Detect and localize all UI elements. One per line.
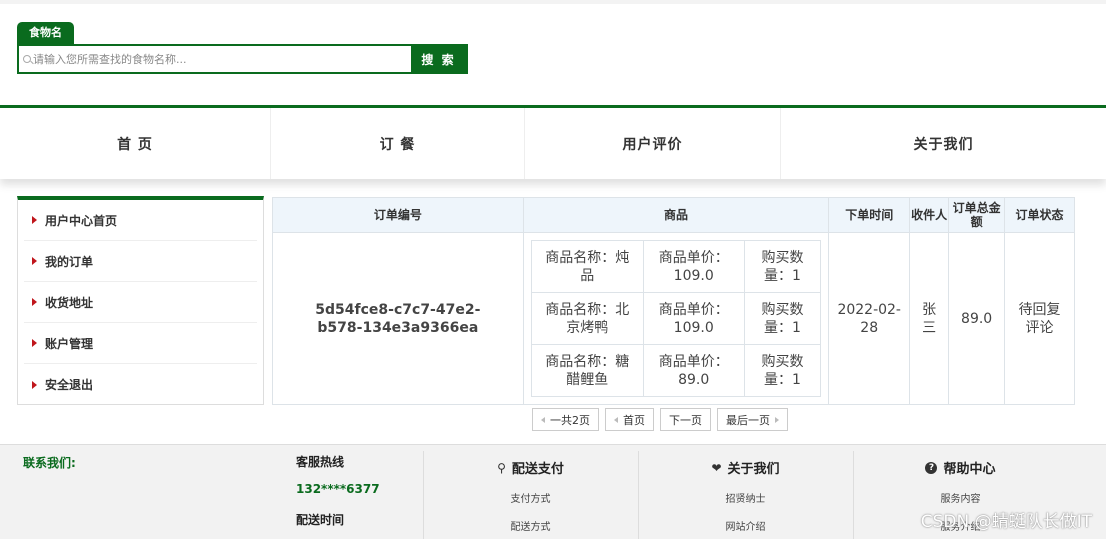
question-icon: ? <box>925 461 938 474</box>
footer-link-delivery[interactable]: 配送方式 <box>424 518 637 533</box>
goods-qty: 购买数量：1 <box>743 292 822 345</box>
table-row: 5d54fce8-c7c7-47e2-b578-134e3a9366ea 商品名… <box>272 232 1075 405</box>
goods-qty: 购买数量：1 <box>743 344 822 397</box>
header-receiver: 收件人 <box>909 197 950 233</box>
triangle-right-icon <box>32 298 37 306</box>
footer-link-recruit[interactable]: 招贤纳士 <box>639 490 852 505</box>
footer-link-payment[interactable]: 支付方式 <box>424 490 637 505</box>
footer-phone: 132****6377 <box>296 482 380 496</box>
triangle-right-icon <box>32 216 37 224</box>
watermark: CSDN @蜻蜓队长做IT <box>920 512 1092 532</box>
page-first-button[interactable]: 首页 <box>605 408 654 431</box>
page-first-label: 首页 <box>623 413 645 427</box>
orders-table: 订单编号 商品 下单时间 收件人 订单总金额 订单状态 5d54fce8-c7c… <box>272 197 1075 405</box>
nav-about[interactable]: 关于我们 <box>781 108 1106 179</box>
user-sidebar: 用户中心首页 我的订单 收货地址 账户管理 安全退出 <box>17 196 264 405</box>
footer-col-title-label: 配送支付 <box>511 462 564 477</box>
page-next-label: 下一页 <box>669 413 702 427</box>
footer-col-title: ❤ 关于我们 <box>639 458 852 478</box>
sidebar-item-label: 账户管理 <box>45 336 94 351</box>
goods-row: 商品名称：炖品 商品单价：109.0 购买数量：1 <box>530 240 822 293</box>
triangle-right-icon <box>32 380 37 389</box>
sidebar-item-label: 用户中心首页 <box>45 213 118 228</box>
goods-price: 商品单价：109.0 <box>642 292 745 345</box>
footer-col-title: ⚲ 配送支付 <box>424 458 637 478</box>
chevron-left-icon <box>541 416 545 423</box>
sidebar-item-user-center[interactable]: 用户中心首页 <box>24 200 257 241</box>
page-next-button[interactable]: 下一页 <box>660 408 711 431</box>
page-total: 一共2页 <box>532 408 599 431</box>
search-box: 搜 索 <box>17 44 468 74</box>
footer-hotline-label: 客服热线 <box>296 455 345 469</box>
search-icon <box>23 55 31 63</box>
page-last-label: 最后一页 <box>726 413 770 427</box>
page-last-button[interactable]: 最后一页 <box>717 408 788 431</box>
footer: 联系我们: 客服热线 132****6377 配送时间 ⚲ 配送支付 支付方式 … <box>0 444 1106 539</box>
footer-delivery-time-label: 配送时间 <box>296 513 345 527</box>
goods-table: 商品名称：炖品 商品单价：109.0 购买数量：1 商品名称：北京烤鸭 商品单价… <box>530 240 822 397</box>
sidebar-item-account[interactable]: 账户管理 <box>24 323 257 364</box>
bike-icon: ⚲ <box>497 460 506 475</box>
search-input[interactable] <box>33 46 411 72</box>
chevron-left-icon <box>614 416 618 423</box>
footer-col-delivery: ⚲ 配送支付 支付方式 配送方式 <box>423 451 637 539</box>
footer-link-service-content[interactable]: 服务内容 <box>854 490 1067 505</box>
order-number: 5d54fce8-c7c7-47e2-b578-134e3a9366ea <box>272 232 524 405</box>
sidebar-item-label: 我的订单 <box>45 254 94 269</box>
order-time: 2022-02-28 <box>828 232 911 405</box>
goods-cell: 商品名称：炖品 商品单价：109.0 购买数量：1 商品名称：北京烤鸭 商品单价… <box>522 232 830 405</box>
footer-col-title: ? 帮助中心 <box>854 458 1067 477</box>
nav-reviews[interactable]: 用户评价 <box>525 108 781 179</box>
header-goods: 商品 <box>522 197 830 233</box>
triangle-right-icon <box>32 257 37 265</box>
sidebar-item-address[interactable]: 收货地址 <box>24 282 257 323</box>
goods-price: 商品单价：89.0 <box>642 344 745 397</box>
search-category-tab[interactable]: 食物名 <box>17 22 74 44</box>
goods-name: 商品名称：糖醋鲤鱼 <box>530 344 644 397</box>
chevron-right-icon <box>775 416 779 423</box>
footer-link-site-intro[interactable]: 网站介绍 <box>639 518 852 533</box>
nav-order[interactable]: 订 餐 <box>271 108 525 179</box>
footer-col-about: ❤ 关于我们 招贤纳士 网站介绍 <box>638 451 852 539</box>
triangle-right-icon <box>32 339 37 347</box>
goods-row: 商品名称：糖醋鲤鱼 商品单价：89.0 购买数量：1 <box>530 344 822 397</box>
footer-col-title-label: 帮助中心 <box>943 462 996 477</box>
order-total: 89.0 <box>948 232 1006 405</box>
header-total: 订单总金额 <box>948 197 1006 233</box>
header-order-no: 订单编号 <box>272 197 524 233</box>
main-nav: 首 页 订 餐 用户评价 关于我们 <box>0 105 1106 179</box>
heart-icon: ❤ <box>711 460 722 475</box>
search-button[interactable]: 搜 索 <box>411 46 466 72</box>
page-total-label: 一共2页 <box>550 413 590 427</box>
header-status: 订单状态 <box>1004 197 1075 233</box>
sidebar-item-my-orders[interactable]: 我的订单 <box>24 241 257 282</box>
goods-name: 商品名称：炖品 <box>530 240 644 293</box>
footer-contact-title: 联系我们: <box>23 456 76 470</box>
sidebar-item-logout[interactable]: 安全退出 <box>24 364 257 405</box>
receiver: 张三 <box>909 232 950 405</box>
pagination: 一共2页 首页 下一页 最后一页 <box>532 408 788 431</box>
sidebar-item-label: 安全退出 <box>45 378 94 392</box>
goods-row: 商品名称：北京烤鸭 商品单价：109.0 购买数量：1 <box>530 292 822 345</box>
nav-home[interactable]: 首 页 <box>0 108 271 179</box>
sidebar-item-label: 收货地址 <box>45 295 94 310</box>
goods-qty: 购买数量：1 <box>743 240 822 293</box>
top-strip <box>0 0 1106 4</box>
header-order-time: 下单时间 <box>828 197 911 233</box>
footer-col-title-label: 关于我们 <box>727 462 780 477</box>
order-status: 待回复评论 <box>1004 232 1075 405</box>
goods-price: 商品单价：109.0 <box>642 240 745 293</box>
goods-name: 商品名称：北京烤鸭 <box>530 292 644 345</box>
